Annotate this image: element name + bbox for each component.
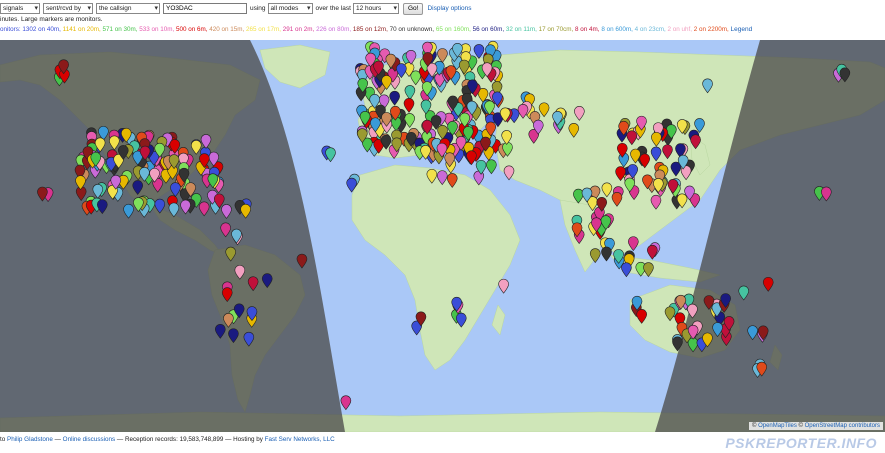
world-map[interactable]: © OpenMapTiles © OpenStreetMap contribut… bbox=[0, 40, 885, 432]
go-button[interactable]: Go! bbox=[402, 2, 424, 15]
discussions-link[interactable]: Online discussions bbox=[63, 436, 116, 443]
show-select[interactable]: signals bbox=[0, 3, 40, 14]
openmaptiles-link[interactable]: OpenMapTiles bbox=[758, 423, 797, 429]
monitor-count-7: 291 on 2m, bbox=[282, 26, 317, 33]
monitor-count-1: 1141 on 20m, bbox=[62, 26, 103, 33]
monitors-prefix: onitors: bbox=[0, 26, 21, 33]
host-link[interactable]: Fast Serv Networks, LLC bbox=[265, 436, 335, 443]
pskreporter-logo: PSKREPORTER.INFO bbox=[725, 435, 877, 451]
monitor-count-3: 533 on 10m, bbox=[139, 26, 176, 33]
legend-link[interactable]: Legend bbox=[731, 26, 753, 33]
monitor-count-19: 2 on 2200m, bbox=[693, 26, 731, 33]
direction-select[interactable]: sent/rcvd by bbox=[43, 3, 93, 14]
reception-records: — Reception records: 19,583,748,899 — Ho… bbox=[116, 436, 263, 443]
footer-prefix: to bbox=[0, 436, 6, 443]
monitor-count-11: 65 on 160m, bbox=[435, 26, 473, 33]
search-toolbar: signals sent/rcvd by the callsign using … bbox=[0, 2, 885, 15]
attrib-copyright: © bbox=[751, 423, 757, 429]
monitor-count-10: 70 on unknown, bbox=[389, 26, 436, 33]
monitor-count-list: 1302 on 40m, 1141 on 20m, 571 on 30m, 53… bbox=[22, 26, 730, 33]
monitor-count-0: 1302 on 40m, bbox=[22, 26, 63, 33]
monitor-count-4: 500 on 6m, bbox=[176, 26, 210, 33]
monitor-count-13: 32 on 11m, bbox=[505, 26, 539, 33]
mode-select[interactable]: all modes bbox=[267, 3, 313, 14]
callsign-input[interactable] bbox=[163, 3, 247, 14]
openstreetmap-link[interactable]: OpenStreetMap contributors bbox=[805, 423, 880, 429]
map-canvas[interactable] bbox=[0, 40, 885, 432]
monitor-count-12: 56 on 60m, bbox=[472, 26, 506, 33]
monitor-count-16: 8 on 600m, bbox=[601, 26, 635, 33]
over-label: over the last bbox=[315, 5, 351, 12]
using-label: using bbox=[250, 5, 266, 12]
footer-sep: — bbox=[54, 436, 61, 443]
attrib-copyright-2: © bbox=[798, 423, 803, 429]
monitor-count-18: 2 on uhf, bbox=[667, 26, 694, 33]
monitor-count-8: 226 on 80m, bbox=[316, 26, 353, 33]
target-select[interactable]: the callsign bbox=[96, 3, 160, 14]
info-line: inutes. Large markers are monitors. bbox=[0, 16, 103, 23]
monitor-count-17: 4 on 23cm, bbox=[634, 26, 668, 33]
monitor-counts: onitors: 1302 on 40m, 1141 on 20m, 571 o… bbox=[0, 26, 885, 33]
footer: to Philip Gladstone — Online discussions… bbox=[0, 436, 335, 443]
display-options-link[interactable]: Display options bbox=[427, 5, 471, 12]
monitor-count-15: 8 on 4m, bbox=[575, 26, 602, 33]
monitor-count-5: 420 on 15m, bbox=[209, 26, 247, 33]
monitor-count-2: 571 on 30m, bbox=[102, 26, 140, 33]
monitor-count-6: 265 on 17m, bbox=[246, 26, 283, 33]
map-attribution: © OpenMapTiles © OpenStreetMap contribut… bbox=[748, 422, 883, 430]
monitor-count-14: 17 on 70cm, bbox=[538, 26, 576, 33]
monitor-count-9: 185 on 12m, bbox=[352, 26, 390, 33]
author-link[interactable]: Philip Gladstone bbox=[7, 436, 53, 443]
period-select[interactable]: 12 hours bbox=[352, 3, 399, 14]
